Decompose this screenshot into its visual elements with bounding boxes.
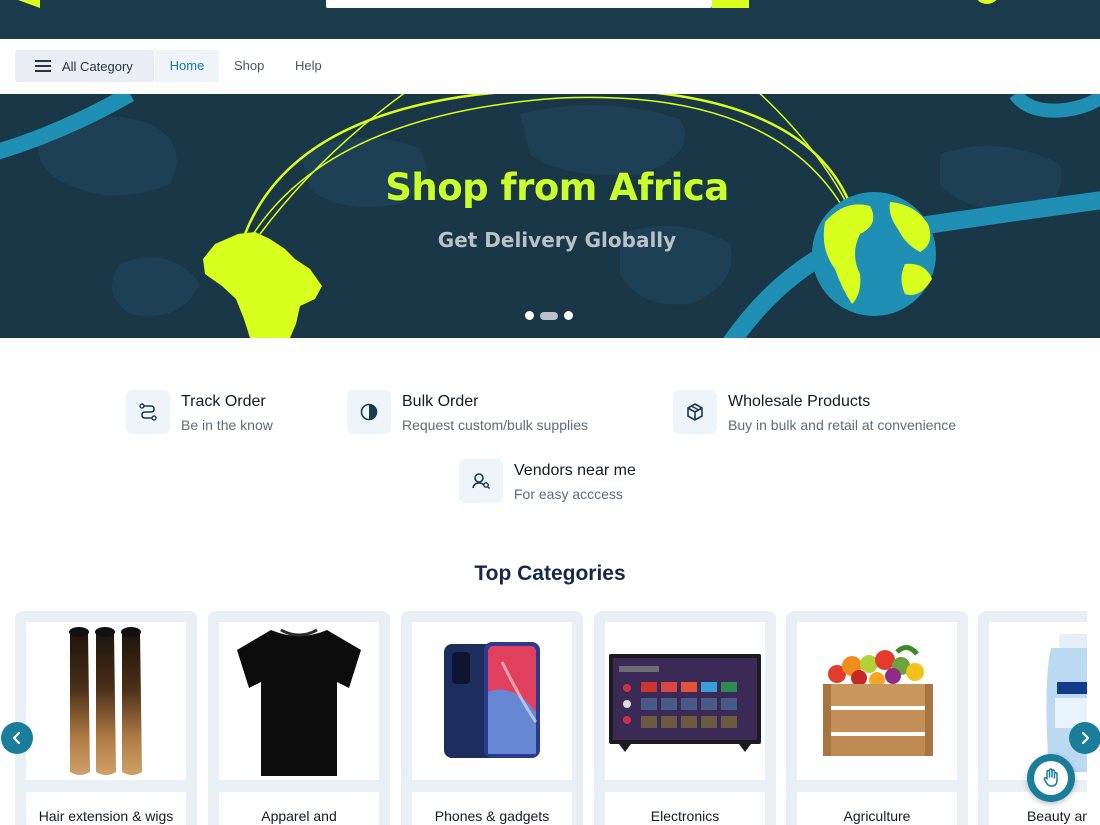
hero-banner[interactable]: Shop from Africa Get Delivery Globally: [0, 94, 1100, 338]
chevron-right-icon: [1081, 731, 1090, 745]
nav-link-shop[interactable]: Shop: [234, 50, 264, 82]
carousel-dot-2[interactable]: [540, 311, 558, 320]
category-card-electronics[interactable]: Electronics: [594, 611, 776, 825]
feature-title: Wholesale Products: [728, 393, 871, 410]
feature-title: Vendors near me: [514, 462, 636, 479]
category-card-phones[interactable]: Phones & gadgets: [401, 611, 583, 825]
tshirt-image: [219, 622, 379, 780]
category-card-hair[interactable]: Hair extension & wigs: [15, 611, 197, 825]
search-input[interactable]: [326, 0, 712, 8]
category-card-apparel[interactable]: Apparel and: [208, 611, 390, 825]
feature-track-order[interactable]: Track Order Be in the know: [126, 390, 273, 434]
hero-subtitle: Get Delivery Globally: [437, 228, 677, 252]
nav-link-help[interactable]: Help: [295, 50, 322, 82]
hair-extension-image: [26, 622, 186, 780]
hero-title: Shop from Africa: [385, 166, 729, 209]
feature-title: Track Order: [181, 393, 266, 410]
category-label: Beauty and P: [1026, 808, 1087, 824]
feature-subtitle: Be in the know: [181, 417, 273, 433]
feature-subtitle: Buy in bulk and retail at convenience: [728, 417, 957, 433]
smartphone-image: [412, 622, 572, 780]
chevron-left-icon: [12, 731, 21, 745]
box-icon: [673, 390, 717, 434]
feature-subtitle: Request custom/bulk supplies: [402, 417, 588, 433]
carousel-dots: [525, 311, 573, 320]
all-category-label: All Category: [62, 58, 133, 74]
logo[interactable]: [18, 0, 40, 8]
menu-icon: [35, 60, 51, 72]
carousel-dot-3[interactable]: [564, 311, 573, 320]
produce-crate-image: [797, 622, 957, 780]
nav-link-home[interactable]: Home: [155, 50, 219, 82]
category-label: Phones & gadgets: [434, 808, 550, 824]
category-label: Electronics: [650, 808, 720, 824]
top-header: [0, 0, 1100, 39]
all-category-button[interactable]: All Category: [15, 50, 154, 82]
feature-vendors-near-me[interactable]: Vendors near me For easy acccess: [459, 459, 636, 503]
nav-bar: All Category Home Shop Help: [0, 39, 1100, 94]
carousel-next-button[interactable]: [1069, 722, 1100, 754]
vendor-search-icon: [459, 459, 503, 503]
help-chat-button[interactable]: [1027, 754, 1075, 802]
hand-icon: [1043, 768, 1058, 787]
carousel-dot-1[interactable]: [525, 311, 534, 320]
feature-title: Bulk Order: [402, 393, 479, 410]
feature-wholesale-products[interactable]: Wholesale Products Buy in bulk and retai…: [673, 390, 956, 434]
feature-subtitle: For easy acccess: [514, 486, 623, 502]
television-image: [605, 622, 765, 780]
hero-illustration: [0, 94, 1100, 338]
route-icon: [126, 390, 170, 434]
category-label: Apparel and: [261, 808, 337, 824]
category-carousel: Hair extension & wigs Apparel and Phones…: [0, 611, 1087, 825]
carousel-prev-button[interactable]: [1, 722, 33, 754]
category-card-agriculture[interactable]: Agriculture: [786, 611, 968, 825]
category-label: Hair extension & wigs: [38, 808, 174, 824]
feature-bulk-order[interactable]: Bulk Order Request custom/bulk supplies: [347, 390, 588, 434]
search-button[interactable]: [712, 0, 749, 8]
category-label: Agriculture: [843, 808, 911, 824]
account-icon[interactable]: [974, 0, 1000, 4]
half-circle-icon: [347, 390, 391, 434]
top-categories-title: Top Categories: [474, 562, 626, 585]
